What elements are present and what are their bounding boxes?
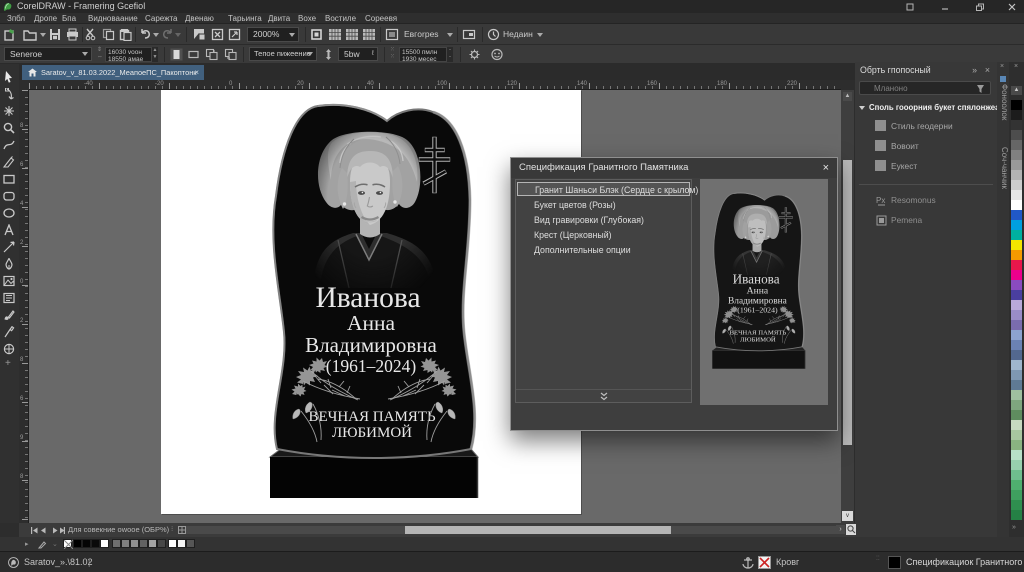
svg-text:Px: Px (876, 196, 885, 205)
